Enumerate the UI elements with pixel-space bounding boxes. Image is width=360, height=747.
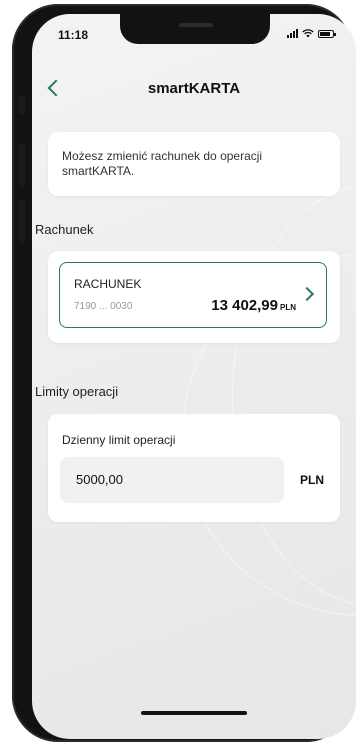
- status-time: 11:18: [58, 28, 89, 42]
- status-icons: [287, 29, 336, 38]
- account-card: RACHUNEK 7190 ... 0030 13 402,99 PLN: [48, 251, 340, 343]
- volume-down-button: [19, 200, 25, 244]
- account-section-label: Rachunek: [35, 222, 94, 237]
- navigation-bar: smartKARTA: [32, 78, 356, 108]
- speaker: [179, 23, 213, 27]
- account-currency: PLN: [280, 303, 296, 312]
- home-indicator[interactable]: [141, 711, 247, 715]
- account-name: RACHUNEK: [74, 277, 142, 291]
- daily-limit-currency: PLN: [300, 473, 324, 487]
- stage: 11:18 smartKARTA Możesz zmienić rachunek…: [0, 0, 360, 747]
- daily-limit-label: Dzienny limit operacji: [62, 433, 176, 447]
- daily-limit-input[interactable]: 5000,00: [60, 457, 284, 503]
- mute-switch: [19, 96, 25, 114]
- notch: [120, 14, 270, 44]
- account-balance: 13 402,99 PLN: [211, 297, 296, 314]
- info-card: Możesz zmienić rachunek do operacji smar…: [48, 132, 340, 196]
- battery-icon: [318, 29, 336, 38]
- account-selector[interactable]: RACHUNEK 7190 ... 0030 13 402,99 PLN: [59, 262, 327, 328]
- limits-section-label: Limity operacji: [35, 384, 119, 399]
- volume-up-button: [19, 144, 25, 188]
- account-balance-value: 13 402,99: [211, 297, 278, 314]
- account-number: 7190 ... 0030: [74, 301, 133, 312]
- chevron-right-icon: [299, 286, 315, 302]
- app-screen: 11:18 smartKARTA Możesz zmienić rachunek…: [32, 14, 356, 739]
- page-title: smartKARTA: [147, 80, 241, 97]
- daily-limit-value: 5000,00: [76, 472, 123, 487]
- wifi-icon: [302, 29, 314, 38]
- info-text: Możesz zmienić rachunek do operacji smar…: [62, 149, 263, 178]
- daily-limit-card: Dzienny limit operacji 5000,00 PLN: [48, 414, 340, 522]
- phone-frame: 11:18 smartKARTA Możesz zmienić rachunek…: [12, 4, 356, 742]
- signal-icon: [287, 29, 298, 38]
